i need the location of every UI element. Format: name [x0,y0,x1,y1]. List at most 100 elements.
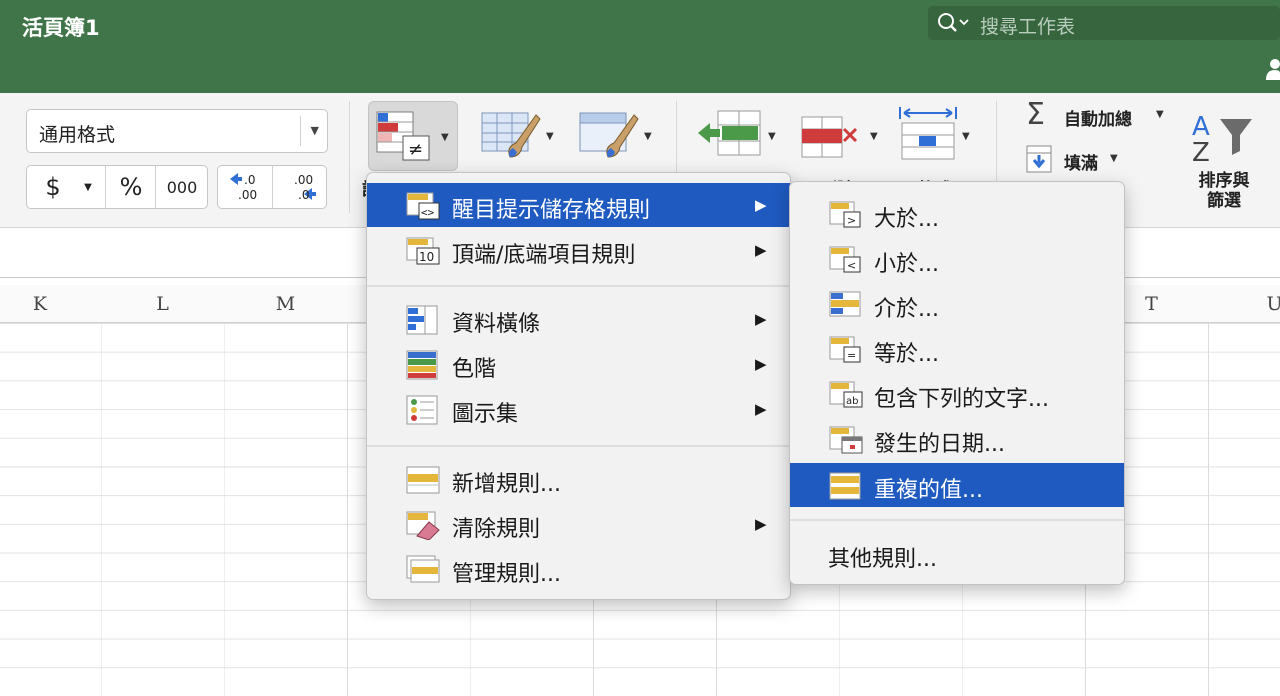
chevron-down-icon: ▼ [1156,109,1164,120]
decrease-decimal-button[interactable]: .00 .0 [274,166,326,208]
comma-label: 000 [166,177,198,197]
svg-text:.0: .0 [244,173,255,187]
manage-rules-icon [406,555,440,583]
divider [105,166,106,208]
submenu-arrow-icon: ▶ [755,400,767,418]
submenu-item-greater-than[interactable]: > 大於... [790,192,1124,236]
share-person-icon[interactable] [1263,56,1280,80]
submenu-item-label: 發生的日期... [874,432,1005,457]
submenu-item-label: 大於... [874,207,939,232]
menu-separator [367,285,790,287]
menu-item-label: 管理規則... [452,562,561,587]
svg-text:>: > [847,214,856,227]
menu-separator [790,519,1124,521]
submenu-item-text-contains[interactable]: ab 包含下列的文字... [790,372,1124,416]
divider [272,166,273,208]
calendar-icon [829,426,863,454]
svg-text:.0: .0 [298,188,309,202]
search-sheet-field[interactable]: 搜尋工作表 [928,6,1280,40]
number-format-buttons: $ ▼ % 000 [26,165,208,209]
column-header-u[interactable]: U [1213,293,1280,315]
percent-label: % [119,173,143,201]
column-header-k[interactable]: K [0,293,80,315]
divider [155,166,156,208]
delete-cells-button[interactable]: ▼ [796,101,886,171]
data-bars-icon [406,305,438,335]
conditional-formatting-icon: ≠ [376,111,430,161]
format-as-table-button[interactable]: ▼ [476,101,560,171]
conditional-formatting-button[interactable]: ≠ ▼ [368,101,458,171]
svg-text:<>: <> [421,206,435,219]
chevron-down-icon: ▼ [84,181,92,193]
menu-item-label: 新增規則... [452,472,561,497]
menu-item-icon-sets[interactable]: 圖示集 ▶ [367,387,790,431]
svg-text:.00: .00 [238,188,257,202]
submenu-arrow-icon: ▶ [755,355,767,373]
chevron-down-icon: ▼ [644,131,652,142]
menu-item-clear-rules[interactable]: 清除規則 ▶ [367,502,790,546]
submenu-item-duplicate-values[interactable]: 重複的值... [790,463,1124,507]
submenu-item-between[interactable]: 介於... [790,282,1124,326]
submenu-item-less-than[interactable]: < 小於... [790,237,1124,281]
search-placeholder: 搜尋工作表 [980,16,1076,38]
submenu-item-label: 包含下列的文字... [874,387,1049,412]
chevron-down-icon: ▼ [1110,153,1118,164]
menu-item-color-scales[interactable]: 色階 ▶ [367,342,790,386]
sort-filter-label: 排序與 篩選 [1198,171,1250,211]
menu-item-label: 色階 [452,357,497,382]
insert-cells-button[interactable]: ▼ [692,101,782,171]
sort-filter-button[interactable]: A Z 排序與 篩選 [1184,105,1270,217]
sort-filter-icon: A Z [1192,112,1252,167]
menu-item-top-bottom-rules[interactable]: 10 頂端/底端項目規則 ▶ [367,228,790,272]
format-as-table-icon [481,112,541,158]
text-contains-icon: ab [829,381,863,408]
fill-down-icon [1026,145,1052,173]
submenu-item-label: 重複的值... [874,478,983,503]
percent-button[interactable]: % [107,166,155,208]
title-bar: 活頁簿1 搜尋工作表 [0,0,1280,93]
svg-text:.00: .00 [294,173,313,187]
submenu-item-more-rules[interactable]: 其他規則... [790,532,1124,576]
chevron-down-icon: ▼ [768,131,776,142]
cell-styles-button[interactable]: ▼ [574,101,658,171]
submenu-item-label: 其他規則... [828,547,937,572]
between-icon [829,291,861,317]
chevron-down-icon: ▼ [441,132,449,143]
column-header-l[interactable]: L [101,293,224,315]
column-header-m[interactable]: M [224,293,347,315]
currency-button[interactable]: $ [31,166,75,208]
submenu-item-equal-to[interactable]: = 等於... [790,327,1124,371]
format-cells-button[interactable]: ▼ [894,101,984,171]
submenu-item-label: 小於... [874,252,939,277]
currency-label: $ [45,173,61,201]
insert-cells-icon [698,110,761,156]
submenu-arrow-icon: ▶ [755,196,767,214]
duplicate-values-icon [829,472,861,500]
menu-item-highlight-cells-rules[interactable]: <> 醒目提示儲存格規則 ▶ [367,183,790,227]
currency-dropdown[interactable]: ▼ [75,166,101,208]
increase-decimal-button[interactable]: .0 .00 [220,166,272,208]
fill-label: 填滿 [1064,154,1098,174]
dropdown-divider [300,116,301,146]
menu-item-data-bars[interactable]: 資料橫條 ▶ [367,297,790,341]
number-format-dropdown[interactable]: 通用格式 ▼ [26,109,328,153]
new-rule-icon [406,466,440,494]
menu-item-label: 頂端/底端項目規則 [452,243,636,268]
submenu-item-date-occurring[interactable]: 發生的日期... [790,417,1124,461]
chevron-down-icon: ▼ [962,131,970,142]
chevron-down-icon: ▼ [870,131,878,142]
decimal-buttons: .0 .00 .00 .0 [217,165,327,209]
cell-styles-icon [579,112,639,158]
chevron-down-icon: ▼ [310,124,319,137]
menu-item-manage-rules[interactable]: 管理規則... [367,547,790,591]
submenu-item-label: 介於... [874,297,939,322]
increase-decimal-icon: .0 .00 [230,173,257,202]
fill-button[interactable]: 填滿 ▼ [1024,145,1134,175]
autosum-button[interactable]: Σ 自動加總 ▼ [1024,97,1174,132]
svg-text:Z: Z [1192,138,1210,167]
search-icon[interactable] [936,11,970,35]
menu-item-label: 圖示集 [452,402,519,427]
menu-item-new-rule[interactable]: 新增規則... [367,457,790,501]
comma-style-button[interactable]: 000 [157,166,207,208]
format-cells-icon [899,107,957,160]
